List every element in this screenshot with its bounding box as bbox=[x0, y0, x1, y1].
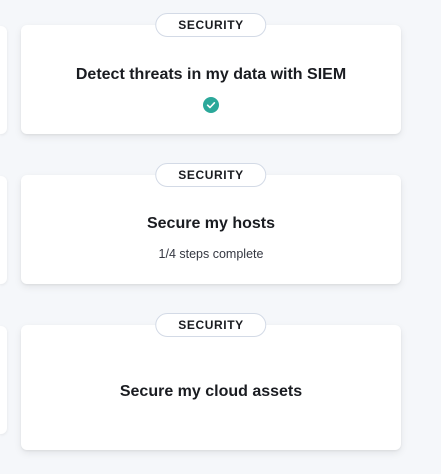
progress-text: 1/4 steps complete bbox=[158, 247, 264, 261]
check-circle-icon bbox=[203, 97, 219, 113]
secure-hosts-card[interactable]: SECURITY Secure my hosts 1/4 steps compl… bbox=[21, 163, 401, 284]
adjacent-card-edge bbox=[0, 326, 7, 434]
siem-card[interactable]: SECURITY Detect threats in my data with … bbox=[21, 13, 401, 134]
category-badge: SECURITY bbox=[155, 163, 267, 187]
secure-cloud-card[interactable]: SECURITY Secure my cloud assets bbox=[21, 313, 401, 450]
adjacent-card-edge bbox=[0, 176, 7, 284]
category-badge: SECURITY bbox=[155, 313, 267, 337]
card-title: Detect threats in my data with SIEM bbox=[75, 66, 347, 83]
adjacent-card-edge bbox=[0, 26, 7, 134]
card-title: Secure my hosts bbox=[146, 215, 276, 232]
card-title: Secure my cloud assets bbox=[119, 383, 303, 400]
category-badge: SECURITY bbox=[155, 13, 267, 37]
